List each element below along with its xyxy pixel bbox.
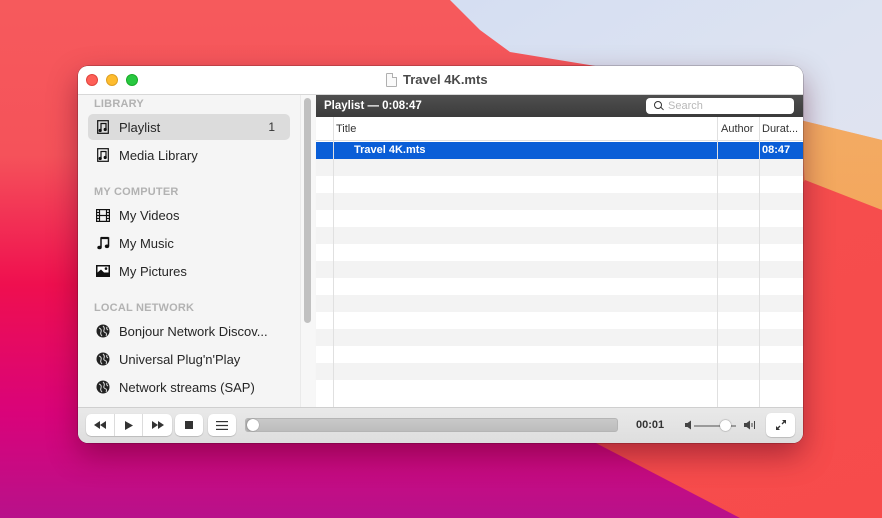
empty-row[interactable] — [316, 346, 803, 363]
sidebar: LIBRARY Playlist 1 Media Library MY COMP… — [78, 95, 315, 407]
sidebar-section-library: LIBRARY — [94, 98, 144, 110]
transport-button-group — [86, 414, 172, 436]
network-globe-icon — [96, 324, 110, 338]
window-title: Travel 4K.mts — [403, 72, 488, 87]
empty-row[interactable] — [316, 278, 803, 295]
fast-forward-icon — [151, 421, 164, 429]
playlist-icon — [96, 148, 110, 162]
column-divider[interactable] — [333, 117, 334, 407]
column-divider[interactable] — [759, 117, 760, 407]
volume-slider-knob[interactable] — [720, 420, 731, 431]
list-icon — [216, 420, 228, 430]
empty-row[interactable] — [316, 295, 803, 312]
empty-row[interactable] — [316, 210, 803, 227]
stop-button[interactable] — [175, 414, 203, 436]
row-duration: 08:47 — [762, 144, 791, 156]
empty-row[interactable] — [316, 159, 803, 176]
sidebar-item-label: My Pictures — [119, 263, 187, 279]
playlist-header-title: Playlist — 0:08:47 — [324, 100, 422, 112]
sidebar-item-upnp[interactable]: Universal Plug'n'Play — [88, 346, 290, 372]
elapsed-time[interactable]: 00:01 — [636, 419, 664, 431]
play-icon — [124, 420, 133, 430]
row-title: Travel 4K.mts — [354, 144, 426, 156]
sidebar-item-bonjour[interactable]: Bonjour Network Discov... — [88, 318, 290, 344]
empty-row[interactable] — [316, 193, 803, 210]
stop-icon — [185, 421, 193, 429]
empty-row[interactable] — [316, 380, 803, 397]
playlist-count-badge: 1 — [268, 120, 275, 134]
sidebar-section-local-network: LOCAL NETWORK — [94, 302, 195, 314]
sidebar-item-label: Network streams (SAP) — [119, 379, 255, 395]
playlist-header: Playlist — 0:08:47 — [316, 95, 803, 117]
sidebar-section-my-computer: MY COMPUTER — [94, 186, 179, 198]
empty-row[interactable] — [316, 312, 803, 329]
fullscreen-icon — [775, 420, 786, 430]
document-icon — [386, 72, 397, 87]
network-globe-icon — [96, 352, 110, 366]
fast-forward-button[interactable] — [142, 414, 172, 436]
volume-low-icon[interactable] — [685, 420, 691, 430]
sidebar-item-label: Media Library — [119, 147, 198, 163]
table-header: Title Author Durat... — [316, 117, 803, 141]
seek-bar[interactable] — [245, 418, 618, 432]
sidebar-item-my-pictures[interactable]: My Pictures — [88, 258, 290, 284]
music-note-icon — [96, 236, 110, 250]
sidebar-item-label: My Videos — [119, 207, 180, 223]
window-title-group: Travel 4K.mts — [386, 72, 488, 87]
sidebar-item-label: Playlist — [119, 119, 161, 135]
sidebar-item-my-videos[interactable]: My Videos — [88, 202, 290, 228]
close-window-button[interactable] — [86, 74, 98, 86]
picture-icon — [96, 264, 110, 278]
sidebar-item-my-music[interactable]: My Music — [88, 230, 290, 256]
playlist-row[interactable]: Travel 4K.mts 08:47 — [316, 142, 803, 159]
table-rows: Travel 4K.mts 08:47 — [316, 142, 803, 397]
sidebar-item-label: Universal Plug'n'Play — [119, 351, 241, 367]
playlist-icon — [96, 120, 110, 134]
playlist-panel: Playlist — 0:08:47 Title Author Durat...… — [316, 95, 803, 407]
empty-row[interactable] — [316, 261, 803, 278]
seek-bar-knob[interactable] — [246, 419, 259, 431]
player-controls-bar: 00:01 — [78, 407, 803, 443]
rewind-icon — [94, 421, 106, 429]
column-header-title[interactable]: Title — [333, 117, 356, 141]
network-globe-icon — [96, 380, 110, 394]
empty-row[interactable] — [316, 244, 803, 261]
fullscreen-button[interactable] — [766, 413, 795, 437]
rewind-button[interactable] — [86, 414, 114, 436]
playlist-table: Title Author Durat... Travel 4K.mts 08:47 — [316, 117, 803, 407]
search-input[interactable] — [668, 100, 788, 112]
sidebar-scrollbar-thumb[interactable] — [304, 98, 311, 323]
film-icon — [96, 208, 110, 222]
vlc-window: Travel 4K.mts LIBRARY Playlist 1 Media L… — [78, 66, 803, 443]
maximize-window-button[interactable] — [126, 74, 138, 86]
sidebar-item-media-library[interactable]: Media Library — [88, 142, 290, 168]
title-bar[interactable]: Travel 4K.mts — [78, 66, 803, 95]
toggle-playlist-button[interactable] — [208, 414, 236, 436]
empty-row[interactable] — [316, 363, 803, 380]
empty-row[interactable] — [316, 227, 803, 244]
volume-high-icon[interactable] — [744, 420, 756, 430]
empty-row[interactable] — [316, 329, 803, 346]
sidebar-item-playlist[interactable]: Playlist 1 — [88, 114, 290, 140]
minimize-window-button[interactable] — [106, 74, 118, 86]
column-divider[interactable] — [717, 117, 718, 407]
empty-row[interactable] — [316, 176, 803, 193]
sidebar-item-sap[interactable]: Network streams (SAP) — [88, 374, 290, 400]
column-header-duration[interactable]: Durat... — [759, 117, 798, 141]
search-field[interactable] — [646, 98, 794, 114]
sidebar-item-label: Bonjour Network Discov... — [119, 323, 268, 339]
sidebar-item-label: My Music — [119, 235, 174, 251]
column-header-author[interactable]: Author — [718, 117, 753, 141]
play-button[interactable] — [114, 414, 142, 436]
search-icon — [650, 99, 664, 113]
